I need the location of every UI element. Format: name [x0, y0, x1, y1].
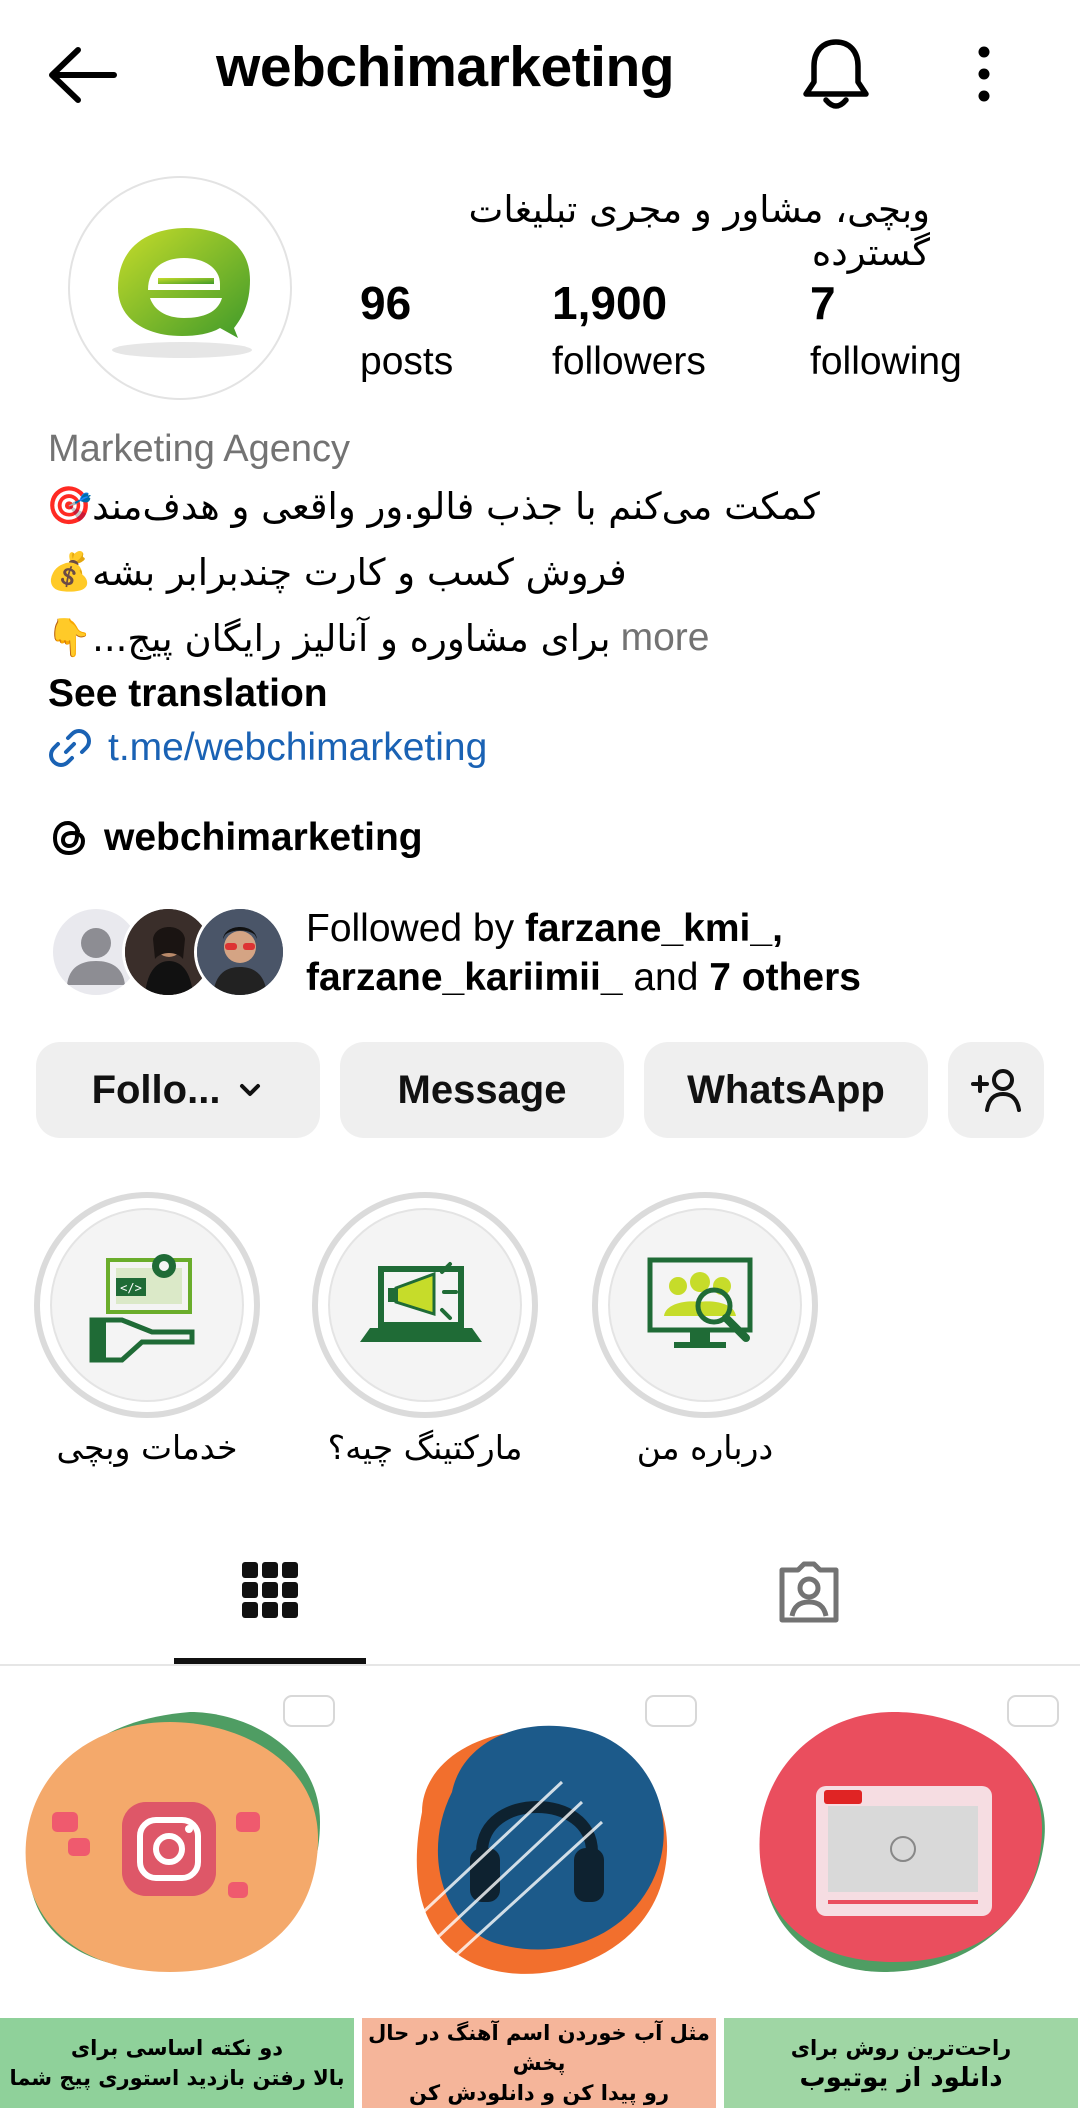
highlight-ring	[592, 1192, 818, 1418]
see-translation-link[interactable]: See translation	[48, 672, 328, 716]
highlight-label: مارکتینگ چیه؟	[327, 1428, 523, 1467]
post-thumbnail[interactable]: مثل آب خوردن اسم آهنگ در حال پخش رو پیدا…	[362, 1672, 716, 2108]
tagged-posts-tab-icon[interactable]	[776, 1560, 842, 1626]
threads-badge[interactable]: webchimarketing	[48, 816, 423, 860]
message-button-label: Message	[397, 1067, 567, 1112]
post-caption-line: راحت‌ترین روش برای	[790, 2036, 1012, 2060]
posts-count: 96	[360, 277, 412, 329]
followers-count: 1,900	[552, 277, 668, 329]
followed-by-text[interactable]: Followed by farzane_kmi_, farzane_kariim…	[306, 904, 861, 1002]
top-bar: webchimarketing	[0, 0, 1080, 150]
highlight-cover: </>	[50, 1208, 244, 1402]
posts-stat[interactable]: 96 posts	[360, 276, 453, 384]
bio-text: کمکت می‌کنم با جذب فالو.ور واقعی و هدف‌م…	[92, 484, 820, 528]
more-options-icon[interactable]	[966, 44, 1002, 104]
profile-avatar[interactable]	[68, 176, 292, 400]
profile-display-name: وبچی، مشاور و مجری تبلیغات گسترده	[468, 188, 931, 274]
highlight-label: درباره من	[636, 1428, 774, 1467]
profile-category: Marketing Agency	[48, 428, 351, 470]
mutual-followers-avatars[interactable]	[50, 906, 286, 998]
threads-icon	[52, 820, 86, 856]
money-bag-emoji-icon: 💰	[46, 550, 93, 593]
profile-link[interactable]: t.me/webchimarketing	[48, 726, 487, 770]
story-highlight-services[interactable]: </> خدمات وبچی	[34, 1192, 260, 1467]
megaphone-laptop-icon	[360, 1262, 482, 1342]
post-caption-line: مثل آب خوردن اسم آهنگ در حال پخش	[368, 2021, 710, 2075]
post-thumbnail[interactable]: راحت‌ترین روش برای دانلود از یوتیوب	[724, 1672, 1078, 2108]
link-text: t.me/webchimarketing	[108, 726, 488, 769]
story-highlight-about[interactable]: درباره من	[592, 1192, 818, 1467]
message-button[interactable]: Message	[340, 1042, 624, 1138]
profile-username-title: webchimarketing	[216, 35, 675, 99]
bio-more-link[interactable]: more	[621, 616, 710, 660]
followed-by-prefix: Followed by	[306, 907, 525, 950]
link-icon	[49, 729, 91, 767]
following-dropdown-button[interactable]: Follo...	[36, 1042, 320, 1138]
whatsapp-button-label: WhatsApp	[687, 1067, 885, 1112]
pointing-down-emoji-icon: 👇	[46, 616, 93, 659]
highlight-label: خدمات وبچی	[56, 1428, 238, 1467]
highlight-cover	[608, 1208, 802, 1402]
mutual-follower-name: farzane_kmi_	[524, 907, 773, 950]
mutual-follower-name: farzane_kariimii_	[306, 956, 623, 999]
post-caption-line: بالا رفتن بازدید استوری پیج شما	[9, 2066, 345, 2090]
highlight-ring: </>	[34, 1192, 260, 1418]
story-highlight-marketing[interactable]: مارکتینگ چیه؟	[312, 1192, 538, 1467]
threads-handle: webchimarketing	[104, 816, 423, 859]
coding-hand-icon: </>	[89, 1254, 195, 1363]
target-emoji-icon: 🎯	[46, 484, 93, 527]
post-caption: راحت‌ترین روش برای دانلود از یوتیوب	[724, 2018, 1078, 2108]
bio-line-1: 🎯 کمکت می‌کنم با جذب فالو.ور واقعی و هدف…	[46, 476, 820, 536]
following-label: following	[810, 340, 962, 383]
grid-posts-tab-icon[interactable]	[240, 1560, 300, 1620]
followed-by-and: and	[622, 956, 710, 999]
post-caption-line: رو پیدا کن و دانلودش کن	[408, 2081, 670, 2105]
following-count: 7	[810, 277, 836, 329]
chevron-down-icon	[240, 1084, 261, 1096]
post-thumbnail[interactable]: دو نکته اساسی برای بالا رفتن بازدید استو…	[0, 1672, 354, 2108]
svg-text:</>: </>	[120, 1281, 142, 1295]
bio-text: برای مشاوره و آنالیز رایگان پیج...	[92, 616, 611, 660]
followed-by-others: 7 others	[709, 956, 861, 999]
suggested-accounts-button[interactable]	[948, 1042, 1044, 1138]
post-caption-line: دو نکته اساسی برای	[70, 2036, 284, 2060]
avatar	[194, 906, 286, 998]
add-person-icon	[971, 1069, 1021, 1112]
followers-label: followers	[552, 340, 706, 383]
post-caption: دو نکته اساسی برای بالا رفتن بازدید استو…	[0, 2018, 354, 2108]
followed-by-comma: ,	[772, 907, 783, 950]
followers-stat[interactable]: 1,900 followers	[552, 276, 706, 384]
post-caption: مثل آب خوردن اسم آهنگ در حال پخش رو پیدا…	[362, 2018, 716, 2108]
bio-line-2: 💰 فروش کسب و کارت چندبرابر بشه	[46, 542, 627, 602]
bio-line-3: 👇 برای مشاوره و آنالیز رایگان پیج... mor…	[46, 608, 709, 668]
bio-text: فروش کسب و کارت چندبرابر بشه	[92, 550, 627, 594]
monitor-search-icon	[647, 1257, 753, 1348]
whatsapp-button[interactable]: WhatsApp	[644, 1042, 928, 1138]
post-caption-line: دانلود از یوتیوب	[799, 2063, 1003, 2093]
highlight-cover	[328, 1208, 522, 1402]
back-arrow-icon[interactable]	[44, 40, 120, 110]
following-stat[interactable]: 7 following	[810, 276, 962, 384]
posts-label: posts	[360, 340, 454, 383]
profile-tabs	[0, 1540, 1080, 1666]
bell-icon[interactable]	[800, 34, 872, 112]
brand-logo-icon	[112, 228, 252, 358]
highlight-ring	[312, 1192, 538, 1418]
following-button-label: Follo...	[91, 1067, 221, 1112]
active-tab-indicator	[174, 1658, 366, 1664]
